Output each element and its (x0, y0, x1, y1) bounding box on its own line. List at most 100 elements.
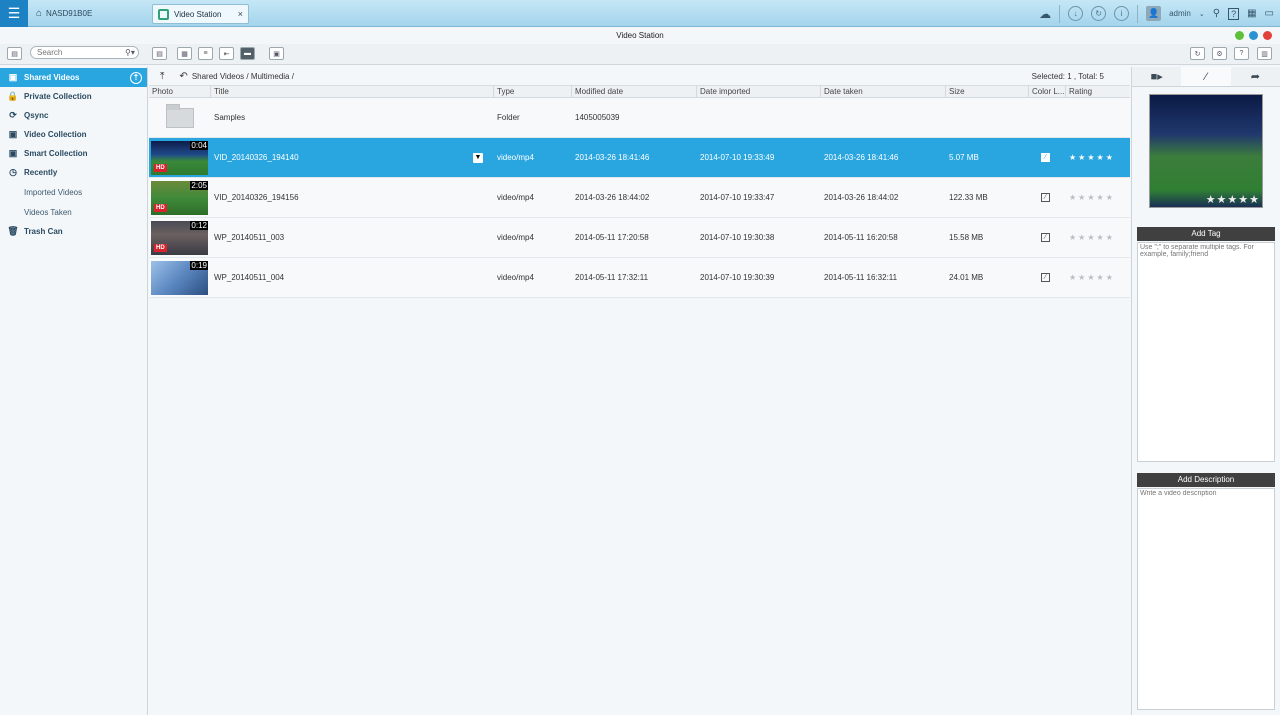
add-tag-header[interactable]: Add Tag (1137, 227, 1275, 241)
col-color-label[interactable]: Color L... (1029, 85, 1066, 98)
color-label-icon[interactable]: ⁄ (1041, 193, 1050, 202)
search-box[interactable]: ⚲▾ (30, 46, 139, 59)
row-type: Folder (497, 113, 520, 122)
col-rating[interactable]: Rating (1066, 86, 1130, 98)
sidebar-item-label: Private Collection (24, 92, 92, 101)
monitor-icon[interactable]: ▭ (1265, 8, 1274, 19)
col-date-taken[interactable]: Date taken (821, 85, 946, 98)
row-size: 15.58 MB (949, 233, 984, 242)
color-label-icon[interactable]: ⁄ (1041, 273, 1050, 282)
help-icon[interactable]: ? (1228, 7, 1240, 20)
breadcrumb-bar: ⤒ ↶ Shared Videos / Multimedia / Selecte… (149, 67, 1130, 86)
refresh-button[interactable]: ↻ (1190, 47, 1205, 60)
detail-icon: ▬ (244, 50, 251, 57)
main-menu-button[interactable]: ☰ (0, 0, 28, 27)
maximize-button[interactable] (1249, 31, 1258, 40)
upload-icon[interactable]: ⇡ (130, 71, 142, 84)
detail-view-button[interactable]: ▬ (240, 47, 255, 60)
row-title: VID_20140326_194156 (214, 193, 299, 202)
tab-share[interactable]: ➦ (1231, 67, 1280, 86)
rating-stars[interactable]: ★★★★★ (1066, 153, 1130, 162)
add-description-header[interactable]: Add Description (1137, 473, 1275, 487)
row-modified: 2014-03-26 18:44:02 (575, 193, 650, 202)
grid-icon[interactable]: ▦ (1247, 8, 1256, 19)
close-button[interactable] (1263, 31, 1272, 40)
col-date-imported[interactable]: Date imported (697, 85, 821, 98)
sidebar-item-shared-videos[interactable]: ▣ Shared Videos ⇡ (0, 68, 147, 87)
chevron-down-icon[interactable]: ⌄ (1199, 10, 1205, 18)
home-icon: ⌂ (36, 8, 43, 19)
description-input-box[interactable] (1137, 488, 1275, 710)
sidebar-item-video-collection[interactable]: ▣ Video Collection (0, 125, 147, 144)
search-input[interactable] (37, 48, 125, 57)
rating-stars[interactable]: ★★★★★ (1066, 233, 1130, 242)
go-up-icon[interactable]: ⤒ (160, 71, 164, 82)
col-type[interactable]: Type (494, 85, 572, 98)
tag-input-box[interactable] (1137, 242, 1275, 462)
cloud-icon[interactable]: ☁ (1039, 7, 1051, 21)
rating-stars[interactable]: ★★★★★ (1066, 193, 1130, 202)
sidebar-item-label: Recently (24, 168, 58, 177)
download-icon[interactable]: ↓ (1068, 6, 1084, 21)
table-row[interactable]: 0:04 HD VID_20140326_194140 ▼ video/mp4 … (149, 138, 1130, 178)
breadcrumb[interactable]: Shared Videos / Multimedia / (192, 72, 294, 81)
row-menu-dropdown-icon[interactable]: ▼ (473, 152, 483, 163)
help-button[interactable]: ? (1234, 47, 1249, 60)
sidebar-item-videos-taken[interactable]: Videos Taken (0, 202, 147, 222)
close-tab-icon[interactable]: × (238, 9, 243, 19)
list-icon: ≡ (203, 50, 208, 57)
row-size: 5.07 MB (949, 153, 979, 162)
sidebar-item-label: Smart Collection (24, 149, 88, 158)
shared-videos-icon: ▣ (8, 72, 18, 82)
sidebar-item-qsync[interactable]: ⟳ Qsync (0, 106, 147, 125)
sidebar-item-imported-videos[interactable]: Imported Videos (0, 182, 147, 202)
color-label-icon[interactable]: ⁄ (1041, 153, 1050, 162)
sidebar-item-smart-collection[interactable]: ▣ Smart Collection (0, 144, 147, 163)
filter-button[interactable]: ▤ (152, 47, 167, 60)
duration-badge: 0:19 (190, 260, 208, 270)
table-row[interactable]: 2:05 HD VID_20140326_194156 video/mp4 20… (149, 178, 1130, 218)
col-modified-date[interactable]: Modified date (572, 85, 697, 98)
tab-tags[interactable]: ⁄ (1181, 67, 1231, 86)
table-header: Photo Title Type Modified date Date impo… (149, 85, 1130, 98)
tag-input[interactable] (1140, 244, 1272, 460)
panel-toggle-button[interactable]: ▥ (1257, 47, 1272, 60)
settings-button[interactable]: ⚙ (1212, 47, 1227, 60)
tab-video-info[interactable]: ■▸ (1132, 67, 1181, 86)
col-photo[interactable]: Photo (149, 85, 211, 98)
minimize-button[interactable] (1235, 31, 1244, 40)
search-icon[interactable]: ⚲▾ (125, 48, 135, 57)
sidebar-item-trash-can[interactable]: 🗑 Trash Can (0, 222, 147, 241)
toggle-sidebar-button[interactable]: ▤ (7, 47, 22, 60)
timeline-view-button[interactable]: ⇤ (219, 47, 234, 60)
description-input[interactable] (1140, 490, 1272, 708)
video-preview[interactable]: ★★★★★ (1149, 94, 1263, 208)
row-size: 122.33 MB (949, 193, 988, 202)
rating-stars[interactable]: ★★★★★ (1066, 273, 1130, 282)
slideshow-button[interactable]: ▣ (269, 47, 284, 60)
back-icon[interactable]: ↶ (179, 71, 187, 82)
row-type: video/mp4 (497, 273, 534, 282)
row-modified: 2014-05-11 17:20:58 (575, 233, 649, 242)
table-row[interactable]: 0:19 WP_20140511_004 video/mp4 2014-05-1… (149, 258, 1130, 298)
smart-collection-icon: ▣ (8, 148, 18, 158)
table-row[interactable]: Samples Folder 1405005039 (149, 98, 1130, 138)
color-label-icon[interactable]: ⁄ (1041, 233, 1050, 242)
sidebar-item-recently[interactable]: ◷ Recently (0, 163, 147, 182)
list-view-button[interactable]: ≡ (198, 47, 213, 60)
info-icon[interactable]: i (1114, 6, 1130, 21)
info-panel: ■▸ ⁄ ➦ ★★★★★ Add Tag Add Description (1131, 67, 1280, 715)
table-row[interactable]: 0:12 HD WP_20140511_003 video/mp4 2014-0… (149, 218, 1130, 258)
preview-rating-stars[interactable]: ★★★★★ (1206, 193, 1260, 206)
user-name[interactable]: admin (1169, 9, 1191, 18)
sidebar-item-label: Shared Videos (24, 73, 80, 82)
sync-icon[interactable]: ↻ (1091, 6, 1107, 21)
col-title[interactable]: Title (211, 85, 494, 98)
tab-video-station[interactable]: Video Station × (152, 4, 249, 24)
sidebar-item-private-collection[interactable]: 🔒 Private Collection (0, 87, 147, 106)
thumbnail-view-button[interactable]: ▦ (177, 47, 192, 60)
col-size[interactable]: Size (946, 85, 1029, 98)
home-button[interactable]: ⌂ NASD91B0E (36, 5, 92, 22)
row-size: 24.01 MB (949, 273, 984, 282)
search-icon[interactable]: ⚲ (1213, 8, 1220, 19)
